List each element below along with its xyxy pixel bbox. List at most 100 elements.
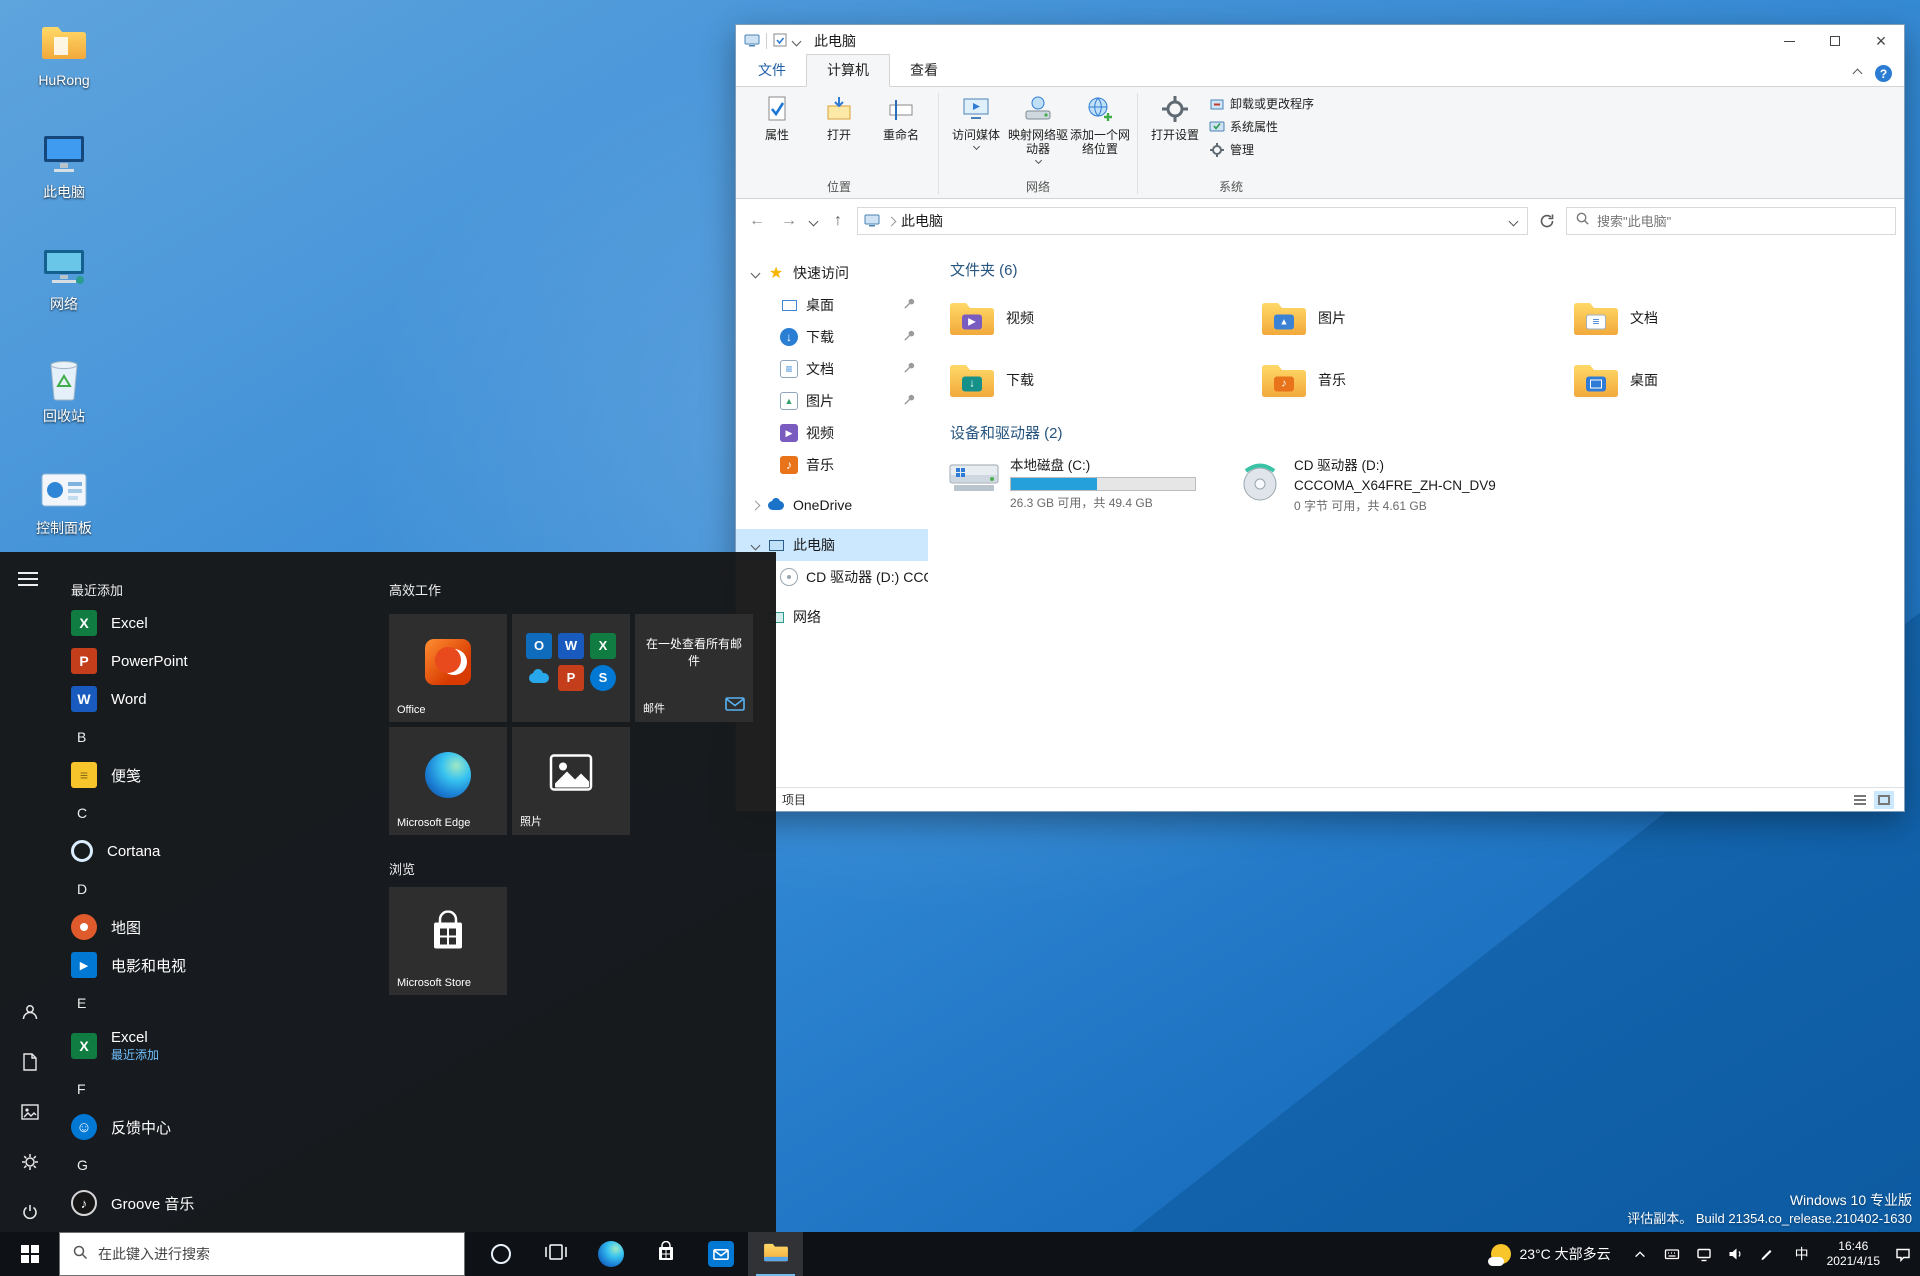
desktop-icon-recycle-bin[interactable]: 回收站 [12,346,116,458]
touch-keyboard-icon[interactable] [1663,1245,1681,1263]
folders-group-header[interactable]: 文件夹 (6) [942,259,1904,280]
qat-dropdown-icon[interactable] [791,36,802,46]
explorer-titlebar[interactable]: 此电脑 [736,25,1904,57]
forward-button[interactable] [776,208,802,234]
start-letter-f[interactable]: F [59,1070,380,1108]
pictures-rail-icon[interactable] [20,1102,40,1122]
help-icon[interactable] [1875,65,1892,82]
start-app-word[interactable]: Word [59,680,380,718]
start-app-movies-tv[interactable]: 电影和电视 [59,946,380,984]
start-app-maps[interactable]: 地图 [59,908,380,946]
large-icons-view-icon[interactable] [1874,790,1894,809]
folder-downloads[interactable]: 下载 [942,352,1248,408]
nav-desktop[interactable]: 桌面 [736,289,928,321]
start-app-cortana[interactable]: Cortana [59,832,380,870]
folder-music[interactable]: 音乐 [1254,352,1560,408]
chevron-right-icon[interactable] [750,500,761,510]
taskbar-explorer-button[interactable] [748,1232,803,1276]
tile-edge[interactable]: Microsoft Edge [389,727,507,835]
recent-locations-icon[interactable] [808,216,819,226]
power-icon[interactable] [20,1202,40,1222]
breadcrumb-chevron-icon[interactable] [886,216,897,226]
manage-button[interactable]: 管理 [1208,141,1314,158]
taskbar-edge-button[interactable] [583,1232,638,1276]
nav-music[interactable]: 音乐 [736,449,928,481]
open-button[interactable]: 打开 [808,89,870,142]
nav-quick-access[interactable]: 快速访问 [736,257,928,289]
taskbar-mail-button[interactable] [693,1232,748,1276]
tile-mail[interactable]: 在一处查看所有邮件 邮件 [635,614,753,722]
user-account-icon[interactable] [20,1002,40,1022]
weather-button[interactable]: 23°C 大部多云 [1485,1232,1616,1276]
nav-documents[interactable]: 文档 [736,353,928,385]
start-app-excel[interactable]: Excel [59,604,380,642]
taskbar-search[interactable] [59,1232,465,1276]
notification-center-icon[interactable] [1894,1245,1912,1263]
start-letter-c[interactable]: C [59,794,380,832]
ime-indicator[interactable]: 中 [1791,1244,1813,1264]
drive-c-tile[interactable]: 本地磁盘 (C:) 26.3 GB 可用，共 49.4 GB [942,453,1202,518]
up-button[interactable] [825,208,851,234]
address-bar[interactable]: 此电脑 [857,207,1528,235]
desktop-icon-user-folder[interactable]: HuRong [12,10,116,122]
desktop-icon-this-pc[interactable]: 此电脑 [12,122,116,234]
start-letter-b[interactable]: B [59,718,380,756]
nav-videos[interactable]: 视频 [736,417,928,449]
chevron-down-icon[interactable] [750,268,761,278]
network-tray-icon[interactable] [1695,1245,1713,1263]
task-view-button[interactable] [528,1232,583,1276]
pen-icon[interactable] [1759,1245,1777,1263]
settings-gear-icon[interactable] [20,1152,40,1172]
refresh-icon[interactable] [1534,208,1560,234]
add-network-location-button[interactable]: 添加一个网络位置 [1069,89,1131,156]
nav-onedrive[interactable]: OneDrive [736,489,928,521]
drive-d-tile[interactable]: CD 驱动器 (D:) CCCOMA_X64FRE_ZH-CN_DV9 0 字节… [1230,453,1502,518]
hamburger-menu-icon[interactable] [18,572,38,586]
chevron-down-icon[interactable] [750,540,761,550]
open-settings-button[interactable]: 打开设置 [1144,89,1206,142]
start-app-excel-recent[interactable]: Excel 最近添加 [59,1022,380,1070]
start-letter-h[interactable]: H [59,1222,380,1232]
tile-office-apps[interactable] [512,614,630,722]
explorer-search-box[interactable] [1566,207,1896,235]
folder-videos[interactable]: 视频 [942,290,1248,346]
taskbar-search-input[interactable] [98,1246,452,1262]
start-app-feedback-hub[interactable]: 反馈中心 [59,1108,380,1146]
nav-downloads[interactable]: 下载 [736,321,928,353]
address-dropdown-icon[interactable] [1508,216,1519,226]
start-app-powerpoint[interactable]: PowerPoint [59,642,380,680]
taskbar-store-button[interactable] [638,1232,693,1276]
desktop-icon-network[interactable]: 网络 [12,234,116,346]
tile-office[interactable]: Office [389,614,507,722]
devices-group-header[interactable]: 设备和驱动器 (2) [942,422,1904,443]
system-properties-button[interactable]: 系统属性 [1208,118,1314,135]
uninstall-button[interactable]: 卸载或更改程序 [1208,95,1314,112]
documents-rail-icon[interactable] [20,1052,40,1072]
tab-computer[interactable]: 计算机 [806,54,890,87]
start-letter-e[interactable]: E [59,984,380,1022]
start-app-groove-music[interactable]: Groove 音乐 [59,1184,380,1222]
maximize-button[interactable] [1812,25,1858,57]
nav-pictures[interactable]: 图片 [736,385,928,417]
rename-button[interactable]: 重命名 [870,89,932,142]
map-network-drive-button[interactable]: 映射网络驱动器 [1007,89,1069,165]
clock[interactable]: 16:46 2021/4/15 [1827,1239,1880,1269]
back-button[interactable] [744,208,770,234]
tile-store[interactable]: Microsoft Store [389,887,507,995]
tray-chevron-up-icon[interactable] [1631,1245,1649,1263]
start-letter-g[interactable]: G [59,1146,380,1184]
breadcrumb[interactable]: 此电脑 [901,211,943,231]
start-app-sticky-notes[interactable]: 便笺 [59,756,380,794]
folder-pictures[interactable]: 图片 [1254,290,1560,346]
access-media-button[interactable]: 访问媒体 [945,89,1007,151]
ribbon-collapse-icon[interactable] [1852,68,1863,79]
start-button[interactable] [0,1232,59,1276]
properties-button[interactable]: 属性 [746,89,808,142]
quick-access-toolbar-check-icon[interactable] [773,33,787,50]
tab-view[interactable]: 查看 [890,55,958,86]
close-button[interactable] [1858,25,1904,57]
volume-icon[interactable] [1727,1245,1745,1263]
folder-desktop[interactable]: 桌面 [1566,352,1872,408]
tile-photos[interactable]: 照片 [512,727,630,835]
minimize-button[interactable] [1766,25,1812,57]
